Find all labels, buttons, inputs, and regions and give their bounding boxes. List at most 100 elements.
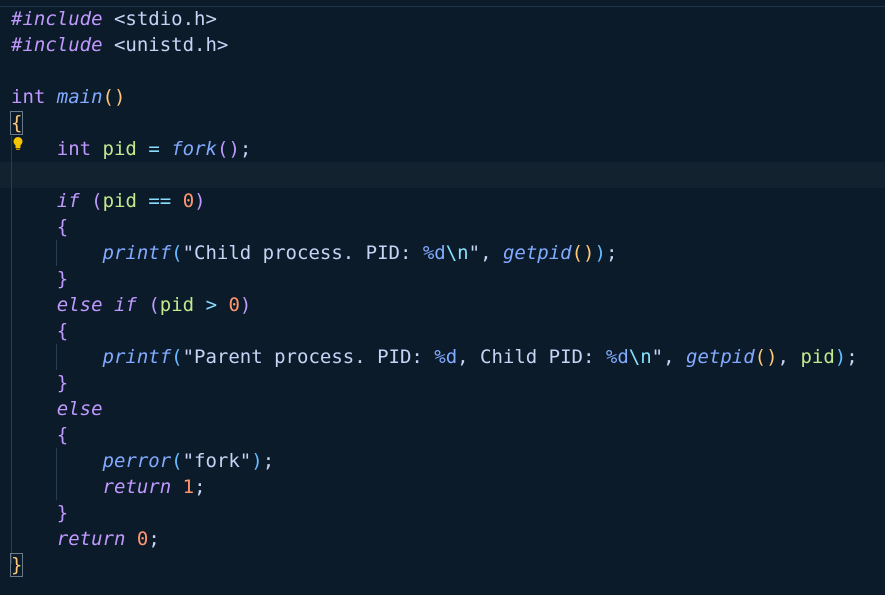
code-token: == (148, 190, 172, 212)
code-token: , (777, 346, 801, 368)
code-token: () (102, 86, 126, 108)
code-line[interactable]: else if (pid > 0) (11, 292, 252, 318)
current-line-highlight (0, 162, 885, 188)
code-token: 0 (228, 294, 240, 316)
code-line[interactable]: #include <unistd.h> (11, 32, 228, 58)
code-token: pid (159, 294, 195, 316)
code-token: ; (605, 242, 618, 264)
code-line[interactable]: printf("Child process. PID: %d\n", getpi… (11, 240, 618, 266)
code-token: " (651, 346, 664, 368)
code-line[interactable]: } (11, 266, 68, 292)
code-token: } (56, 268, 69, 290)
code-token: if (56, 190, 80, 212)
code-token: #include (11, 8, 103, 30)
code-token: { (56, 216, 69, 238)
code-token: pid (102, 190, 137, 212)
code-token: fork (171, 138, 217, 160)
code-token: "fork" (182, 450, 252, 472)
code-line[interactable]: int pid = fork(); (11, 136, 252, 162)
code-token: 0 (136, 528, 149, 550)
code-token: } (56, 502, 69, 524)
code-token: { (56, 424, 69, 446)
code-line[interactable]: } (9, 552, 24, 578)
code-line[interactable]: int main() (11, 84, 125, 110)
code-token: "Parent process. PID: (182, 346, 435, 368)
code-token: () (754, 346, 778, 368)
code-editor[interactable]: #include <stdio.h> #include <unistd.h> int… (0, 0, 885, 595)
code-token: <stdio.h> (113, 8, 217, 30)
code-line[interactable]: return 0; (11, 526, 160, 552)
code-line[interactable]: else (11, 396, 103, 422)
code-token: > (205, 294, 218, 316)
code-token: ( (91, 190, 103, 212)
code-token: ) (594, 242, 606, 264)
code-line[interactable]: } (11, 500, 68, 526)
code-token: \n (628, 346, 652, 368)
code-token: main (56, 86, 103, 108)
code-token: 1 (182, 476, 195, 498)
code-line[interactable]: if (pid == 0) (11, 188, 206, 214)
code-token: \n (445, 242, 469, 264)
code-line[interactable]: #include <stdio.h> (11, 6, 217, 32)
code-line[interactable]: { (11, 214, 68, 240)
code-line[interactable]: { (9, 110, 24, 136)
code-line[interactable]: } (11, 370, 68, 396)
code-token: #include (11, 34, 103, 56)
code-token: perror (102, 450, 172, 472)
code-token: ) (251, 450, 263, 472)
code-token: %d (422, 242, 446, 264)
code-line[interactable]: perror("fork"); (11, 448, 275, 474)
code-token: ; (846, 346, 858, 368)
code-token: printf (102, 242, 172, 264)
code-token: return (102, 476, 172, 498)
code-token: () (217, 138, 240, 160)
code-token: , (480, 242, 503, 264)
code-token: %d (605, 346, 629, 368)
code-token: } (9, 553, 24, 577)
code-line[interactable]: printf("Parent process. PID: %d, Child P… (11, 344, 858, 370)
code-token: ( (171, 242, 183, 264)
code-line[interactable]: { (11, 422, 68, 448)
code-token: getpid (502, 242, 572, 264)
code-token: , (663, 346, 687, 368)
code-token: ( (171, 346, 183, 368)
code-token: ; (262, 450, 275, 472)
code-token: ; (239, 138, 252, 160)
code-token: ( (171, 450, 183, 472)
code-token: } (56, 372, 69, 394)
code-line[interactable]: return 1; (11, 474, 206, 500)
code-token: getpid (686, 346, 755, 368)
code-token: else (56, 294, 103, 316)
code-token: 0 (182, 190, 195, 212)
code-token: <unistd.h> (113, 34, 229, 56)
code-token: ) (834, 346, 847, 368)
code-token: int (56, 138, 92, 160)
code-token: pid (102, 138, 137, 160)
code-token: " (468, 242, 481, 264)
code-token: pid (800, 346, 835, 368)
code-line[interactable]: { (11, 318, 68, 344)
